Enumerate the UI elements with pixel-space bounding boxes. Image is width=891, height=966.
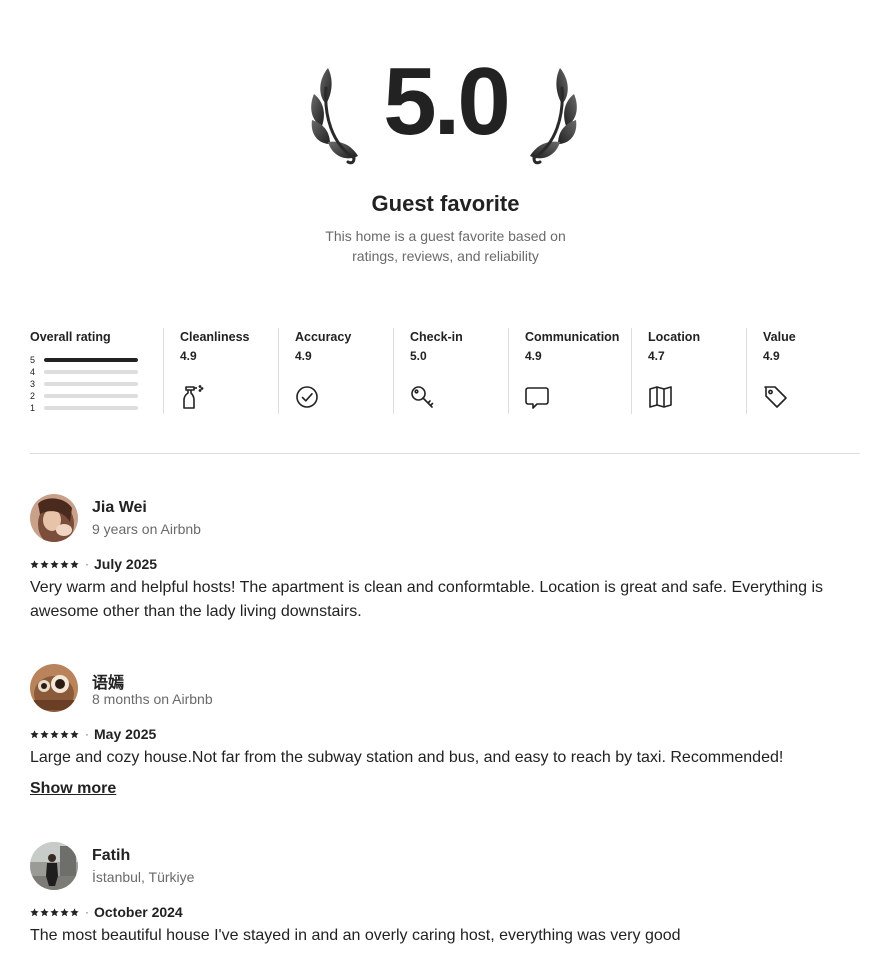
distribution-row: 3	[30, 378, 140, 390]
check-circle-icon	[296, 386, 318, 408]
separator-dot: ·	[85, 727, 89, 741]
distribution-bar-fill	[44, 358, 138, 362]
distribution-bar	[44, 406, 138, 410]
review-rating-line: · May 2025	[30, 726, 156, 742]
distribution-star-label: 1	[30, 403, 36, 413]
distribution-bar	[44, 382, 138, 386]
category-communication: Communication 4.9	[508, 328, 631, 414]
review-rating-line: · July 2025	[30, 556, 157, 572]
star-rating	[30, 907, 80, 917]
distribution-row: 2	[30, 390, 140, 402]
category-value: Value 4.9	[746, 328, 860, 414]
star-rating	[30, 559, 80, 569]
star-icon	[30, 907, 39, 916]
category-label: Value	[763, 330, 796, 344]
star-icon	[40, 907, 49, 916]
category-ratings: Overall rating 5 4 3 2 1 Cleanliness 4.9…	[30, 328, 860, 414]
avatar[interactable]	[30, 494, 78, 542]
rating-distribution: 5 4 3 2 1	[30, 354, 140, 414]
tag-icon	[764, 386, 787, 408]
distribution-bar	[44, 394, 138, 398]
category-score: 4.9	[763, 349, 780, 363]
overall-rating-value: 5.0	[383, 48, 510, 155]
section-divider	[30, 453, 860, 454]
star-icon	[50, 729, 59, 738]
separator-dot: ·	[85, 557, 89, 571]
distribution-row: 5	[30, 354, 140, 366]
category-score: 4.9	[525, 349, 542, 363]
star-icon	[30, 559, 39, 568]
star-icon	[70, 907, 79, 916]
message-icon	[525, 387, 549, 409]
reviewer-name[interactable]: Fatih	[92, 847, 130, 865]
star-icon	[40, 729, 49, 738]
reviewer-meta: İstanbul, Türkiye	[92, 869, 195, 885]
guest-favorite-subtitle: This home is a guest favorite based on r…	[0, 226, 891, 266]
distribution-star-label: 4	[30, 367, 36, 377]
distribution-star-label: 3	[30, 379, 36, 389]
star-icon	[50, 559, 59, 568]
overall-rating-breakdown: Overall rating 5 4 3 2 1	[30, 328, 163, 414]
map-icon	[649, 386, 672, 408]
category-label: Accuracy	[295, 330, 352, 344]
reviewer-name[interactable]: 语嫣	[92, 669, 124, 693]
spray-bottle-icon	[183, 385, 204, 409]
avatar[interactable]	[30, 664, 78, 712]
category-label: Location	[648, 330, 701, 344]
separator-dot: ·	[85, 905, 89, 919]
subtitle-line-2: ratings, reviews, and reliability	[352, 248, 539, 264]
star-rating	[30, 729, 80, 739]
review-rating-line: · October 2024	[30, 904, 183, 920]
show-more-button[interactable]: Show more	[30, 780, 116, 798]
star-icon	[30, 729, 39, 738]
distribution-bar	[44, 370, 138, 374]
review-text: The most beautiful house I've stayed in …	[30, 927, 681, 944]
category-score: 4.9	[180, 349, 197, 363]
star-icon	[60, 729, 69, 738]
reviewer-meta: 9 years on Airbnb	[92, 521, 201, 537]
review-text: Large and cozy house.Not far from the su…	[30, 749, 784, 766]
review-date: October 2024	[94, 904, 183, 920]
star-icon	[50, 907, 59, 916]
subtitle-line-1: This home is a guest favorite based on	[325, 228, 566, 244]
distribution-star-label: 2	[30, 391, 36, 401]
avatar[interactable]	[30, 842, 78, 890]
category-location: Location 4.7	[631, 328, 746, 414]
category-score: 5.0	[410, 349, 427, 363]
star-icon	[60, 907, 69, 916]
distribution-bar	[44, 358, 138, 362]
star-icon	[70, 729, 79, 738]
category-label: Cleanliness	[180, 330, 250, 344]
guest-favorite-banner: 5.0 Guest favorite This home is a guest …	[0, 0, 891, 300]
category-cleanliness: Cleanliness 4.9	[163, 328, 278, 414]
review-date: May 2025	[94, 726, 157, 742]
category-label: Communication	[525, 330, 620, 344]
distribution-star-label: 5	[30, 355, 36, 365]
category-label: Check-in	[410, 330, 463, 344]
star-icon	[70, 559, 79, 568]
star-icon	[40, 559, 49, 568]
category-score: 4.7	[648, 349, 665, 363]
distribution-row: 4	[30, 366, 140, 378]
guest-favorite-title: Guest favorite	[371, 191, 520, 216]
category-score: 4.9	[295, 349, 312, 363]
review-date: July 2025	[94, 556, 158, 572]
key-icon	[411, 386, 434, 408]
category-check-in: Check-in 5.0	[393, 328, 508, 414]
star-icon	[60, 559, 69, 568]
reviewer-meta: 8 months on Airbnb	[92, 691, 213, 707]
review-text: Very warm and helpful hosts! The apartme…	[30, 579, 824, 620]
category-accuracy: Accuracy 4.9	[278, 328, 393, 414]
overall-rating-label: Overall rating	[30, 330, 111, 344]
reviewer-name[interactable]: Jia Wei	[92, 499, 147, 517]
distribution-row: 1	[30, 402, 140, 414]
